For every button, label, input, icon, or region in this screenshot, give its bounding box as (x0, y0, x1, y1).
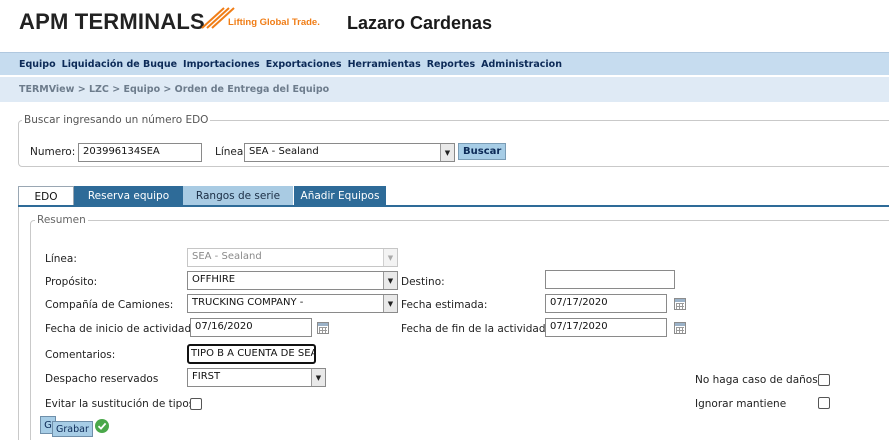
proposito-label: Propósito: (45, 276, 98, 288)
calendar-icon[interactable] (317, 322, 329, 334)
search-linea-select[interactable]: SEA - Sealand ▼ (244, 143, 455, 162)
menu-item-importaciones[interactable]: Importaciones (183, 59, 260, 70)
compania-value: TRUCKING COMPANY - (192, 297, 304, 308)
numero-input[interactable]: 203996134SEA (78, 143, 202, 162)
search-legend: Buscar ingresando un número EDO (24, 114, 209, 126)
compania-label: Compañía de Camiones: (45, 299, 174, 311)
chevron-down-icon[interactable]: ▼ (383, 272, 397, 289)
calendar-icon[interactable] (674, 322, 686, 334)
fecha-estimada-input[interactable]: 07/17/2020 (545, 294, 667, 313)
fecha-fin-input[interactable]: 07/17/2020 (545, 318, 667, 337)
tab-edo[interactable]: EDO (18, 186, 74, 206)
checkmark-icon (95, 419, 109, 433)
evitar-checkbox[interactable] (190, 398, 202, 410)
proposito-value: OFFHIRE (192, 274, 236, 285)
breadcrumb-bar: TERMView > LZC > Equipo > Orden de Entre… (0, 77, 889, 102)
linea-value: SEA - Sealand (192, 251, 262, 262)
compania-select[interactable]: TRUCKING COMPANY - ▼ (187, 294, 398, 313)
linea-select: SEA - Sealand ▼ (187, 248, 398, 267)
tab-reserva-equipo[interactable]: Reserva equipo (74, 186, 183, 206)
evitar-label: Evitar la sustitución de tipos (45, 398, 195, 410)
comentarios-label: Comentarios: (45, 349, 116, 361)
fecha-estimada-label: Fecha estimada: (401, 299, 488, 311)
linea-label: Línea: (45, 253, 77, 265)
menu-item-herramientas[interactable]: Herramientas (348, 59, 421, 70)
calendar-icon[interactable] (674, 298, 686, 310)
grabar-button[interactable]: Grabar (52, 421, 93, 437)
app-header: APM TERMINALS Lifting Global Trade. Laza… (0, 0, 889, 47)
search-linea-label: Línea: (215, 146, 247, 158)
chevron-down-icon[interactable]: ▼ (440, 144, 454, 161)
fecha-inicio-label: Fecha de inicio de actividad: (45, 323, 195, 335)
menu-item-exportaciones[interactable]: Exportaciones (266, 59, 342, 70)
buscar-button[interactable]: Buscar (458, 143, 507, 160)
despacho-value: FIRST (192, 371, 221, 382)
ignorar-checkbox[interactable] (818, 397, 830, 409)
chevron-down-icon[interactable]: ▼ (383, 295, 397, 312)
destino-label: Destino: (401, 276, 445, 288)
menu-item-liquidacion[interactable]: Liquidación de Buque (62, 59, 177, 70)
fecha-inicio-input[interactable]: 07/16/2020 (190, 318, 312, 337)
menu-item-reportes[interactable]: Reportes (427, 59, 475, 70)
despacho-select[interactable]: FIRST ▼ (187, 368, 326, 387)
tab-rangos-de-serie[interactable]: Rangos de serie (183, 186, 293, 206)
logo-text: APM TERMINALS (19, 9, 205, 34)
main-menu: Equipo Liquidación de Buque Importacione… (0, 52, 889, 75)
breadcrumb: TERMView > LZC > Equipo > Orden de Entre… (19, 84, 330, 95)
fecha-fin-label: Fecha de fin de la actividad: (401, 323, 550, 335)
logo-tagline: Lifting Global Trade. (228, 17, 320, 28)
chevron-down-icon: ▼ (383, 249, 397, 266)
resumen-legend: Resumen (37, 214, 86, 226)
menu-item-administracion[interactable]: Administracion (481, 59, 562, 70)
chevron-down-icon[interactable]: ▼ (311, 369, 325, 386)
ignorar-label: Ignorar mantiene (695, 398, 787, 410)
despacho-label: Despacho reservados (45, 373, 159, 385)
proposito-select[interactable]: OFFHIRE ▼ (187, 271, 398, 290)
numero-label: Numero: (30, 146, 76, 158)
menu-item-equipo[interactable]: Equipo (19, 59, 56, 70)
tab-anadir-equipos[interactable]: Añadir Equipos (293, 186, 386, 206)
no-haga-checkbox[interactable] (818, 374, 830, 386)
comentarios-input[interactable]: TIPO B A CUENTA DE SEA (187, 344, 316, 364)
no-haga-label: No haga caso de daños (695, 374, 818, 386)
destino-input[interactable] (545, 270, 675, 289)
search-linea-value: SEA - Sealand (249, 146, 319, 157)
site-title: Lazaro Cardenas (347, 13, 493, 33)
tab-bar: EDO Reserva equipo Rangos de serie Añadi… (18, 186, 386, 206)
